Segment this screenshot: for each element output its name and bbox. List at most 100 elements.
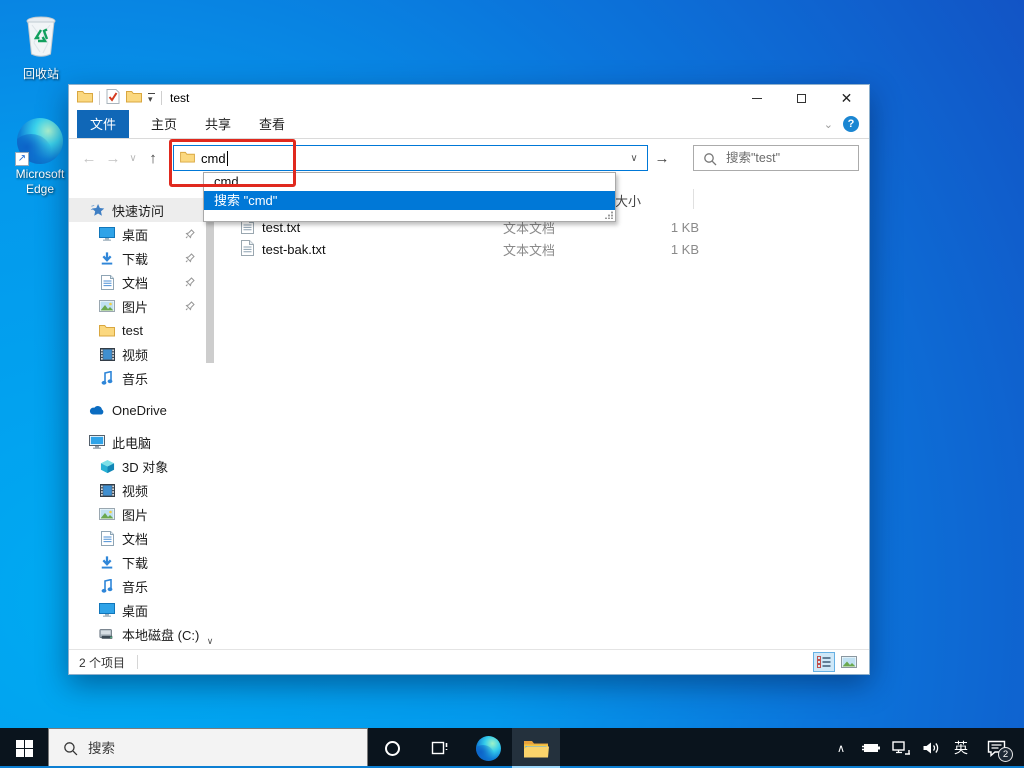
up-button[interactable]: ↑ xyxy=(141,150,165,167)
sidebar-item-pc-videos[interactable]: 视频 xyxy=(69,478,219,502)
sidebar-label: 快速访问 xyxy=(112,203,165,219)
taskbar-explorer-button[interactable] xyxy=(512,728,560,768)
address-value: cmd xyxy=(201,150,226,166)
ime-indicator[interactable]: 英 xyxy=(948,728,974,768)
new-folder-icon[interactable] xyxy=(126,90,142,106)
search-icon xyxy=(64,741,78,755)
sidebar-item-videos[interactable]: 视频 xyxy=(69,342,219,366)
minimize-button[interactable] xyxy=(734,85,779,111)
pin-icon xyxy=(185,227,195,242)
properties-icon[interactable] xyxy=(106,89,120,107)
collapse-ribbon-icon[interactable]: ⌄ xyxy=(824,118,833,131)
cube-icon xyxy=(99,458,115,474)
ribbon-tabs: 文件 主页 共享 查看 ⌄ ? xyxy=(69,110,869,139)
address-dropdown-icon[interactable]: ∨ xyxy=(621,146,647,170)
explorer-search-input[interactable] xyxy=(694,146,858,170)
notification-center-button[interactable]: 2 xyxy=(978,728,1014,768)
thumbnail-view-button[interactable] xyxy=(839,653,859,671)
address-bar-input[interactable]: cmd ∨ xyxy=(173,145,648,171)
help-icon[interactable]: ? xyxy=(843,116,859,132)
music-note-icon xyxy=(99,578,115,594)
search-icon xyxy=(704,153,717,166)
pictures-icon xyxy=(99,506,115,522)
sidebar-item-pc-pictures[interactable]: 图片 xyxy=(69,502,219,526)
recycle-bin-icon xyxy=(2,10,80,64)
sidebar-item-desktop[interactable]: 桌面 xyxy=(69,222,219,246)
maximize-button[interactable] xyxy=(779,85,824,111)
edge-icon: ↗ xyxy=(15,118,63,166)
sidebar-label: 图片 xyxy=(122,299,149,315)
sidebar-item-local-disk-c[interactable]: 本地磁盘 (C:) xyxy=(69,622,219,646)
taskbar-search-box[interactable] xyxy=(48,728,368,768)
sidebar-label: 下载 xyxy=(122,555,149,571)
sidebar-item-pc-desktop[interactable]: 桌面 xyxy=(69,598,219,622)
scrollbar-down-icon[interactable]: ∨ xyxy=(204,636,216,647)
downloads-icon xyxy=(99,554,115,570)
column-separator[interactable] xyxy=(693,189,694,209)
maximize-icon xyxy=(797,93,806,103)
volume-icon[interactable] xyxy=(918,728,944,768)
forward-button[interactable]: → xyxy=(101,150,125,167)
sidebar-item-pc-music[interactable]: 音乐 xyxy=(69,574,219,598)
recycle-bin-label: 回收站 xyxy=(22,67,59,81)
onedrive-cloud-icon xyxy=(89,402,105,418)
sidebar-label: OneDrive xyxy=(112,402,167,418)
sidebar-item-test-folder[interactable]: test xyxy=(69,318,219,342)
edge-icon xyxy=(475,735,501,761)
sidebar-scrollbar[interactable]: ∨ xyxy=(204,183,216,647)
sidebar-item-quick-access[interactable]: 快速访问 xyxy=(69,198,219,222)
sidebar-item-downloads[interactable]: 下载 xyxy=(69,246,219,270)
tab-home[interactable]: 主页 xyxy=(137,110,191,138)
resize-grip-icon[interactable] xyxy=(605,211,613,219)
sidebar-item-this-pc[interactable]: 此电脑 xyxy=(69,430,219,454)
title-bar[interactable]: ▾ test ✕ xyxy=(69,85,869,111)
videos-icon xyxy=(99,482,115,498)
music-note-icon xyxy=(99,370,115,386)
file-row-test-bak-txt[interactable]: test-bak.txt 文本文档 1 KB xyxy=(235,239,861,260)
desktop-icon-recycle-bin[interactable]: 回收站 xyxy=(2,10,80,82)
start-button[interactable] xyxy=(0,728,48,768)
column-header-size[interactable]: 大小 xyxy=(615,191,641,210)
suggestion-item-cmd[interactable]: cmd xyxy=(204,173,615,191)
task-view-button[interactable] xyxy=(416,728,464,768)
window-title: test xyxy=(170,91,190,105)
tab-file[interactable]: 文件 xyxy=(77,110,130,138)
sidebar-item-pc-documents[interactable]: 文档 xyxy=(69,526,219,550)
navigation-pane: 快速访问 桌面 下载 文档 图片 test 视频 音乐 OneDrive 此电脑… xyxy=(69,177,219,649)
sidebar-item-music[interactable]: 音乐 xyxy=(69,366,219,390)
desktop-icon xyxy=(99,226,115,242)
sidebar-label: 文档 xyxy=(122,275,149,291)
tab-share[interactable]: 共享 xyxy=(191,110,245,138)
taskbar: ∧ 英 2 xyxy=(0,728,1024,768)
qat-separator xyxy=(99,91,100,105)
sidebar-item-pictures[interactable]: 图片 xyxy=(69,294,219,318)
cortana-button[interactable] xyxy=(368,728,416,768)
sidebar-item-3d-objects[interactable]: 3D 对象 xyxy=(69,454,219,478)
network-icon[interactable] xyxy=(888,728,914,768)
close-button[interactable]: ✕ xyxy=(824,85,869,111)
explorer-search-box[interactable] xyxy=(693,145,859,171)
folder-icon xyxy=(99,322,115,338)
battery-icon[interactable] xyxy=(858,728,884,768)
edge-label: Microsoft Edge xyxy=(15,167,65,196)
address-folder-icon xyxy=(180,151,195,166)
customize-qat-icon[interactable]: ▾ xyxy=(148,93,155,104)
taskbar-search-input[interactable] xyxy=(88,740,328,756)
file-list-pane[interactable]: 大小 test.txt 文本文档 1 KB test-bak.txt 文本文档 … xyxy=(219,177,869,649)
sidebar-item-pc-downloads[interactable]: 下载 xyxy=(69,550,219,574)
recent-locations-icon[interactable]: ∨ xyxy=(125,153,141,164)
taskbar-edge-button[interactable] xyxy=(464,728,512,768)
quick-access-star-icon xyxy=(89,202,105,218)
back-button[interactable]: ← xyxy=(77,150,101,167)
details-view-button[interactable] xyxy=(813,652,835,672)
sidebar-label: 本地磁盘 (C:) xyxy=(122,627,200,643)
tab-view[interactable]: 查看 xyxy=(245,110,299,138)
go-to-button[interactable]: → xyxy=(649,145,675,171)
sidebar-item-documents[interactable]: 文档 xyxy=(69,270,219,294)
sidebar-label: 文档 xyxy=(122,531,149,547)
tray-overflow-icon[interactable]: ∧ xyxy=(828,728,854,768)
sidebar-item-onedrive[interactable]: OneDrive xyxy=(69,398,219,422)
file-name: test.txt xyxy=(262,220,301,235)
file-explorer-icon xyxy=(524,740,549,757)
suggestion-item-search-cmd[interactable]: 搜索 "cmd" xyxy=(204,191,615,210)
